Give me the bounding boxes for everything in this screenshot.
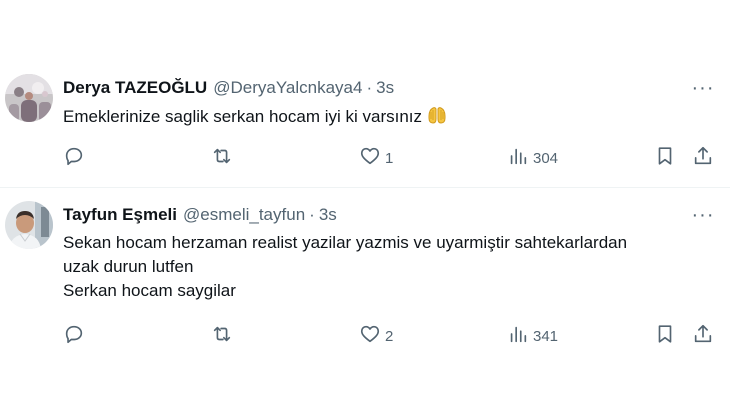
repost-icon <box>211 323 233 349</box>
views-icon <box>507 323 529 349</box>
share-button[interactable] <box>692 146 714 170</box>
tweet-text-line: Sekan hocam herzaman realist yazilar yaz… <box>63 233 628 252</box>
timestamp[interactable]: 3s <box>319 205 337 225</box>
tweet-header: Derya TAZEOĞLU @DeryaYalcnkaya4 · 3s <box>63 77 394 99</box>
heart-icon <box>359 145 381 171</box>
views-button[interactable]: 304 <box>507 146 558 170</box>
display-name[interactable]: Tayfun Eşmeli <box>63 205 177 225</box>
bookmark-button[interactable] <box>654 324 676 348</box>
tweet-actions: 1 304 <box>63 146 718 170</box>
tweet-text: Sekan hocam herzaman realist yazilar yaz… <box>63 231 627 303</box>
tweet-text: Emeklerinize saglik serkan hocam iyi ki … <box>63 104 448 133</box>
more-icon[interactable]: ··· <box>692 204 714 226</box>
bookmark-icon <box>654 323 676 349</box>
tweet-text-line: Serkan hocam saygilar <box>63 281 236 300</box>
reply-icon <box>63 145 85 171</box>
reply-icon <box>63 323 85 349</box>
like-button[interactable]: 1 <box>359 146 393 170</box>
separator-dot: · <box>309 205 315 224</box>
tweet-text-line: uzak durun lutfen <box>63 257 194 276</box>
repost-button[interactable] <box>211 146 237 170</box>
tweet-header: Tayfun Eşmeli @esmeli_tayfun · 3s <box>63 204 337 226</box>
repost-icon <box>211 145 233 171</box>
repost-button[interactable] <box>211 324 237 348</box>
like-button[interactable]: 2 <box>359 324 393 348</box>
avatar[interactable] <box>5 74 53 122</box>
views-icon <box>507 145 529 171</box>
bookmark-button[interactable] <box>654 146 676 170</box>
tweet-actions: 2 341 <box>63 324 718 348</box>
view-count: 304 <box>533 149 559 167</box>
tweet[interactable]: Tayfun Eşmeli @esmeli_tayfun · 3s ··· Se… <box>0 189 730 369</box>
username[interactable]: @DeryaYalcnkaya4 <box>213 78 362 98</box>
like-count: 1 <box>385 149 394 167</box>
bookmark-icon <box>654 145 676 171</box>
avatar[interactable] <box>5 201 53 249</box>
timestamp[interactable]: 3s <box>376 78 394 98</box>
reply-button[interactable] <box>63 324 89 348</box>
share-button[interactable] <box>692 324 714 348</box>
username[interactable]: @esmeli_tayfun <box>183 205 305 225</box>
reply-button[interactable] <box>63 146 89 170</box>
views-button[interactable]: 341 <box>507 324 558 348</box>
share-icon <box>692 145 714 171</box>
tweet-text-line: Emeklerinize saglik serkan hocam iyi ki … <box>63 107 423 126</box>
like-count: 2 <box>385 327 394 345</box>
separator-dot: · <box>366 78 373 97</box>
view-count: 341 <box>533 327 559 345</box>
more-icon[interactable]: ··· <box>692 77 714 99</box>
tweet[interactable]: Derya TAZEOĞLU @DeryaYalcnkaya4 · 3s ···… <box>0 60 730 188</box>
display-name[interactable]: Derya TAZEOĞLU <box>63 78 207 98</box>
raising-hands-emoji-icon <box>426 104 448 133</box>
heart-icon <box>359 323 381 349</box>
share-icon <box>692 323 714 349</box>
